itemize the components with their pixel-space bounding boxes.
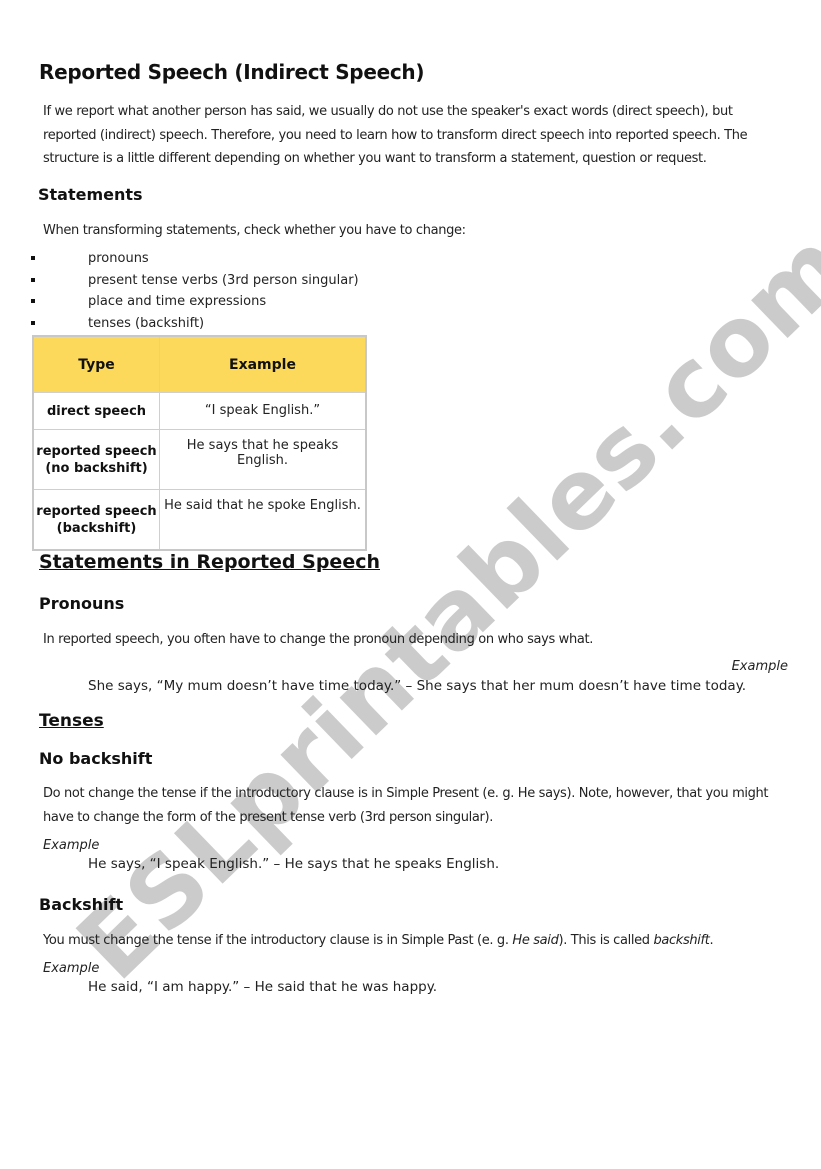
statements-lead: When transforming statements, check whet… bbox=[43, 223, 466, 238]
example-cell: He said that he spoke English. bbox=[159, 489, 367, 551]
list-item-text: pronouns bbox=[88, 251, 149, 266]
list-item-text: tenses (backshift) bbox=[88, 315, 205, 331]
type-cell: reported speech (no backshift) bbox=[32, 429, 160, 490]
column-header-type: Type bbox=[32, 335, 160, 393]
statements-heading: Statements bbox=[38, 185, 143, 204]
example-label: Example bbox=[43, 838, 100, 853]
intro-line: reported (indirect) speech. Therefore, y… bbox=[43, 127, 748, 143]
table-header-row: Type Example bbox=[32, 335, 367, 393]
text-line: have to change the form of the present t… bbox=[43, 809, 494, 825]
list-item: tenses (backshift) bbox=[28, 313, 359, 335]
no-backshift-example: He says, “I speak English.” – He says th… bbox=[88, 856, 500, 872]
page-title: Reported Speech (Indirect Speech) bbox=[39, 60, 425, 84]
pronouns-example: She says, “My mum doesn’t have time toda… bbox=[88, 678, 747, 694]
no-backshift-text: Do not change the tense if the introduct… bbox=[43, 782, 769, 829]
table-row: reported speech (no backshift) He says th… bbox=[32, 429, 367, 490]
example-cell: “I speak English.” bbox=[159, 392, 367, 430]
tenses-heading: Tenses bbox=[39, 711, 104, 731]
backshift-heading: Backshift bbox=[39, 895, 124, 914]
pronouns-heading: Pronouns bbox=[39, 594, 125, 613]
list-item-text: place and time expressions bbox=[88, 294, 267, 309]
example-label: Example bbox=[43, 961, 100, 976]
change-checklist: pronouns present tense verbs (3rd person… bbox=[28, 248, 359, 334]
intro-paragraph: If we report what another person has sai… bbox=[43, 100, 748, 171]
column-header-example: Example bbox=[159, 335, 367, 393]
list-item: place and time expressions bbox=[28, 291, 359, 313]
list-item: present tense verbs (3rd person singular… bbox=[28, 270, 359, 292]
speech-types-table: Type Example direct speech “I speak Engl… bbox=[32, 335, 367, 551]
text-line: Do not change the tense if the introduct… bbox=[43, 786, 769, 801]
example-label: Example bbox=[731, 659, 788, 674]
list-item-text: present tense verbs (3rd person singular… bbox=[88, 272, 359, 288]
table-row: reported speech (backshift) He said that … bbox=[32, 489, 367, 551]
bullet-icon bbox=[31, 256, 35, 260]
type-cell: direct speech bbox=[32, 392, 160, 430]
intro-line: If we report what another person has sai… bbox=[43, 104, 733, 119]
type-cell: reported speech (backshift) bbox=[32, 489, 160, 551]
backshift-text: You must change the tense if the introdu… bbox=[43, 933, 714, 948]
section-heading-statements-reported: Statements in Reported Speech bbox=[39, 551, 380, 573]
no-backshift-heading: No backshift bbox=[39, 749, 153, 768]
list-item: pronouns bbox=[28, 248, 359, 270]
table-row: direct speech “I speak English.” bbox=[32, 392, 367, 430]
bullet-icon bbox=[31, 277, 35, 282]
bullet-icon bbox=[31, 299, 35, 303]
bullet-icon bbox=[31, 320, 35, 325]
example-cell: He says that he speaks English. bbox=[159, 429, 367, 490]
backshift-example: He said, “I am happy.” – He said that he… bbox=[88, 979, 438, 995]
pronouns-text: In reported speech, you often have to ch… bbox=[43, 632, 593, 647]
intro-line: structure is a little different dependin… bbox=[43, 151, 707, 166]
